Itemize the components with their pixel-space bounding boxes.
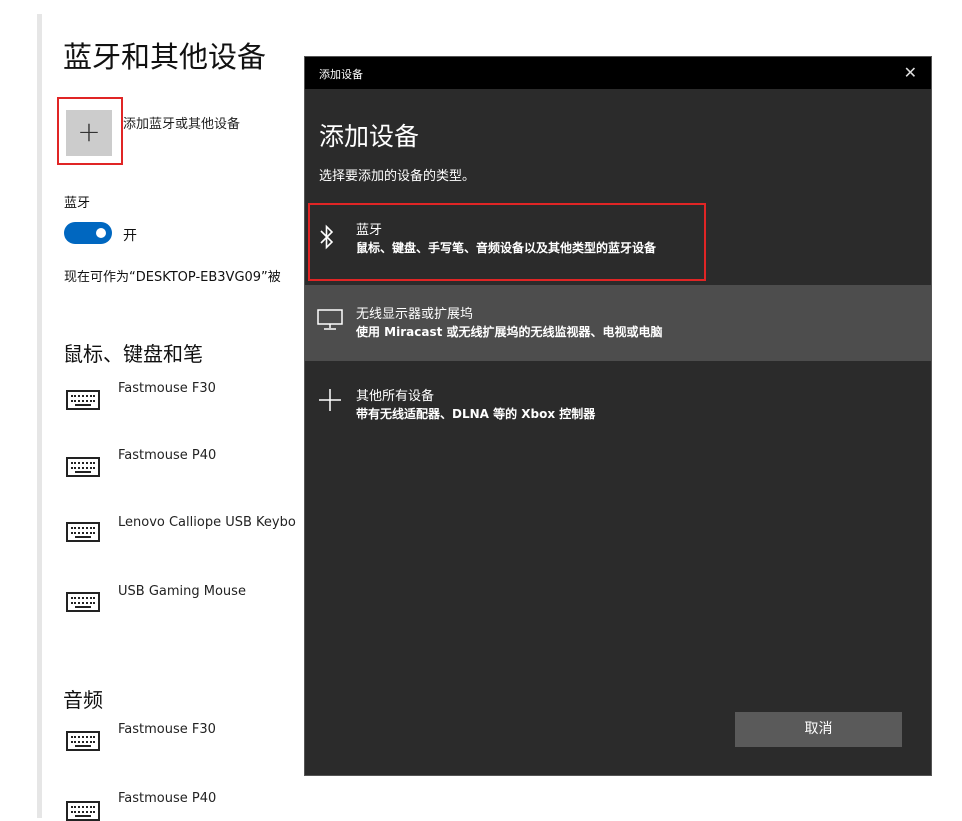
- option-description: 带有无线适配器、DLNA 等的 Xbox 控制器: [356, 407, 596, 421]
- monitor-icon: [317, 309, 343, 335]
- plus-icon: [317, 387, 343, 417]
- page-title: 蓝牙和其他设备: [63, 40, 267, 74]
- bluetooth-toggle[interactable]: [64, 222, 112, 244]
- option-wireless-display[interactable]: 无线显示器或扩展坞 使用 Miracast 或无线扩展坞的无线监视器、电视或电脑: [305, 285, 931, 361]
- section-audio: 音频: [63, 688, 103, 712]
- add-device-label[interactable]: 添加蓝牙或其他设备: [123, 113, 240, 132]
- device-item[interactable]: Fastmouse F30: [118, 381, 216, 396]
- device-item[interactable]: Fastmouse F30: [118, 722, 216, 737]
- cancel-button[interactable]: 取消: [735, 712, 902, 747]
- section-mice-keyboards: 鼠标、键盘和笔: [63, 342, 203, 366]
- keyboard-icon: [66, 592, 100, 612]
- add-device-dialog: 添加设备 ✕ 添加设备 选择要添加的设备的类型。 蓝牙 鼠标、键盘、手写笔、音频…: [305, 57, 931, 775]
- option-title: 无线显示器或扩展坞: [356, 307, 474, 322]
- discoverable-text: 现在可作为“DESKTOP-EB3VG09”被: [64, 270, 281, 285]
- keyboard-icon: [66, 390, 100, 410]
- bluetooth-label: 蓝牙: [64, 196, 91, 211]
- device-item[interactable]: Fastmouse P40: [118, 448, 216, 463]
- left-rail: [37, 14, 42, 818]
- highlight-box-add: [57, 97, 123, 165]
- option-title: 其他所有设备: [356, 389, 435, 404]
- keyboard-icon: [66, 457, 100, 477]
- option-everything-else[interactable]: 其他所有设备 带有无线适配器、DLNA 等的 Xbox 控制器: [305, 367, 931, 443]
- close-icon[interactable]: ✕: [904, 63, 917, 82]
- keyboard-icon: [66, 731, 100, 751]
- device-item[interactable]: Lenovo Calliope USB Keybo: [118, 515, 305, 530]
- dialog-window-title: 添加设备: [319, 68, 363, 81]
- dialog-heading: 添加设备: [319, 122, 420, 151]
- device-item[interactable]: Fastmouse P40: [118, 791, 216, 806]
- option-description: 使用 Miracast 或无线扩展坞的无线监视器、电视或电脑: [356, 325, 663, 339]
- bluetooth-state: 开: [123, 228, 137, 244]
- keyboard-icon: [66, 522, 100, 542]
- toggle-knob: [96, 228, 106, 238]
- keyboard-icon: [66, 801, 100, 821]
- dialog-subtitle: 选择要添加的设备的类型。: [319, 169, 476, 184]
- dialog-titlebar: 添加设备 ✕: [305, 57, 931, 89]
- device-item[interactable]: USB Gaming Mouse: [118, 584, 246, 599]
- highlight-box-bluetooth: [308, 203, 706, 281]
